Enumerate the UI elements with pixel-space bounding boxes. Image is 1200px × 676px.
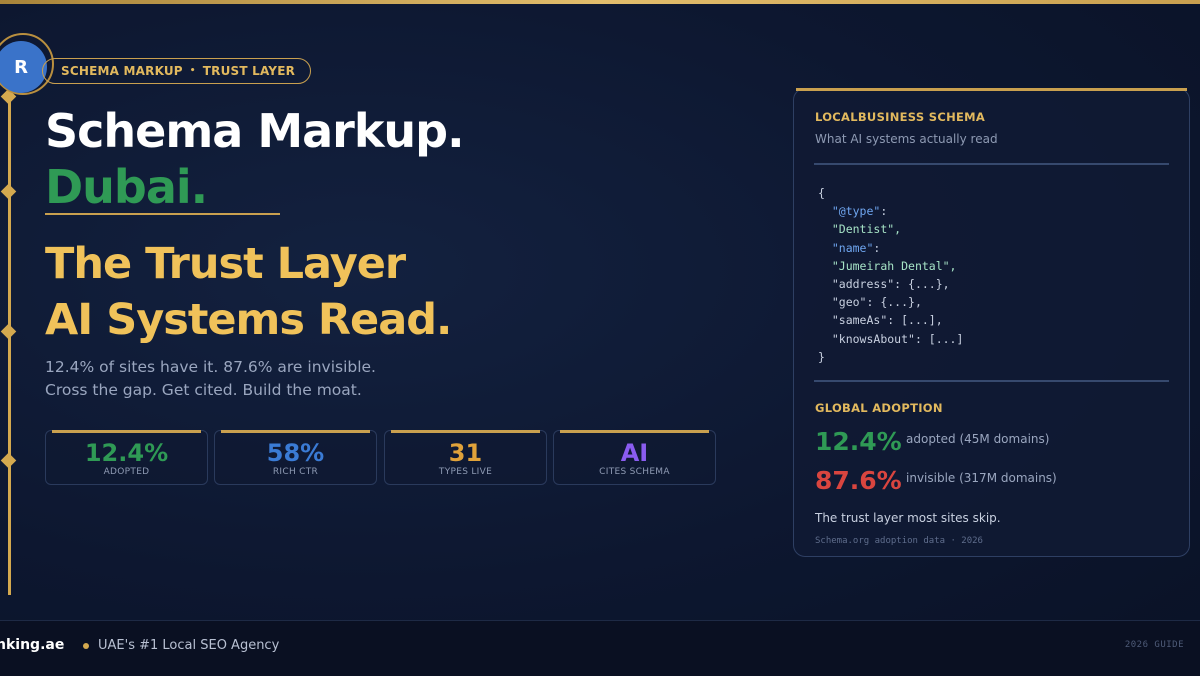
schema-card: LOCALBUSINESS SCHEMA What AI systems act… <box>793 88 1190 557</box>
code-line: "sameAs": [...], <box>831 313 943 328</box>
card-title: LOCALBUSINESS SCHEMA <box>815 110 986 124</box>
code-line: "name" <box>831 240 874 255</box>
stat-label: CITES SCHEMA <box>599 467 670 477</box>
footer: nking.ae UAE's #1 Local SEO Agency 2026 … <box>0 620 1200 676</box>
code-line: "Jumeirah Dental", <box>831 258 957 273</box>
headline-line1: The Trust Layer <box>45 239 406 289</box>
footer-tagline: UAE's #1 Local SEO Agency <box>98 638 280 653</box>
footer-guide-label: 2026 GUIDE <box>1124 640 1184 650</box>
topic-badge: SCHEMA MARKUP • TRUST LAYER <box>42 58 312 84</box>
code-line: "knowsAbout": [...] <box>831 331 964 346</box>
subtitle: 12.4% of sites have it. 87.6% are invisi… <box>45 356 376 402</box>
badge-left: SCHEMA MARKUP <box>61 64 183 78</box>
timeline-rail <box>8 95 11 595</box>
adopted-desc: adopted (45M domains) <box>906 432 1050 446</box>
stat-value: AI <box>620 439 649 467</box>
logo-letter: R <box>14 56 28 78</box>
badge-right: TRUST LAYER <box>202 64 296 78</box>
subtitle-line2: Cross the gap. Get cited. Build the moat… <box>45 381 362 399</box>
code-line: "geo": {...}, <box>831 295 922 310</box>
footer-brand: nking.ae <box>0 637 65 653</box>
stat-value: 12.4% <box>84 439 169 467</box>
subtitle-line1: 12.4% of sites have it. 87.6% are invisi… <box>45 358 376 376</box>
card-subtitle: What AI systems actually read <box>815 132 998 146</box>
code-line: "Dentist", <box>831 222 902 237</box>
stat-label: RICH CTR <box>272 467 319 477</box>
title-underline <box>45 213 280 215</box>
code-line: } <box>818 349 825 364</box>
adoption-title: GLOBAL ADOPTION <box>815 401 943 415</box>
code-line: "address": {...}, <box>831 277 950 292</box>
footer-dot <box>83 643 89 649</box>
badge-separator: • <box>189 66 196 76</box>
stat-label: ADOPTED <box>103 467 150 477</box>
adopted-value: 12.4% <box>815 427 902 456</box>
stat-card-rich-ctr: 58% RICH CTR <box>214 430 377 485</box>
adoption-note: The trust layer most sites skip. <box>815 511 1001 525</box>
source-caption: Schema.org adoption data · 2026 <box>815 536 983 546</box>
stat-label: TYPES LIVE <box>438 467 493 477</box>
invisible-value: 87.6% <box>815 466 902 495</box>
page-title: Schema Markup. <box>45 104 465 158</box>
code-line: { <box>818 186 825 200</box>
headline-line2: AI Systems Read. <box>45 295 452 345</box>
invisible-desc: invisible (317M domains) <box>906 471 1057 485</box>
rail-diamond <box>0 452 17 469</box>
stat-card-types-live: 31 TYPES LIVE <box>384 430 547 485</box>
stat-value: 31 <box>448 439 483 467</box>
stat-card-ai: AI CITES SCHEMA <box>553 430 716 485</box>
stat-card-adopted: 12.4% ADOPTED <box>45 430 208 485</box>
card-divider <box>814 380 1169 382</box>
page-title-city: Dubai. <box>45 160 208 214</box>
rail-diamond <box>0 323 17 340</box>
stat-value: 58% <box>266 439 325 467</box>
code-line: "@type" <box>831 204 881 219</box>
rail-diamond <box>0 183 17 200</box>
top-accent-bar <box>0 0 1200 4</box>
card-divider <box>814 163 1169 165</box>
code-block: { "@type": "Dentist", "name": "Jumeirah … <box>818 186 964 364</box>
